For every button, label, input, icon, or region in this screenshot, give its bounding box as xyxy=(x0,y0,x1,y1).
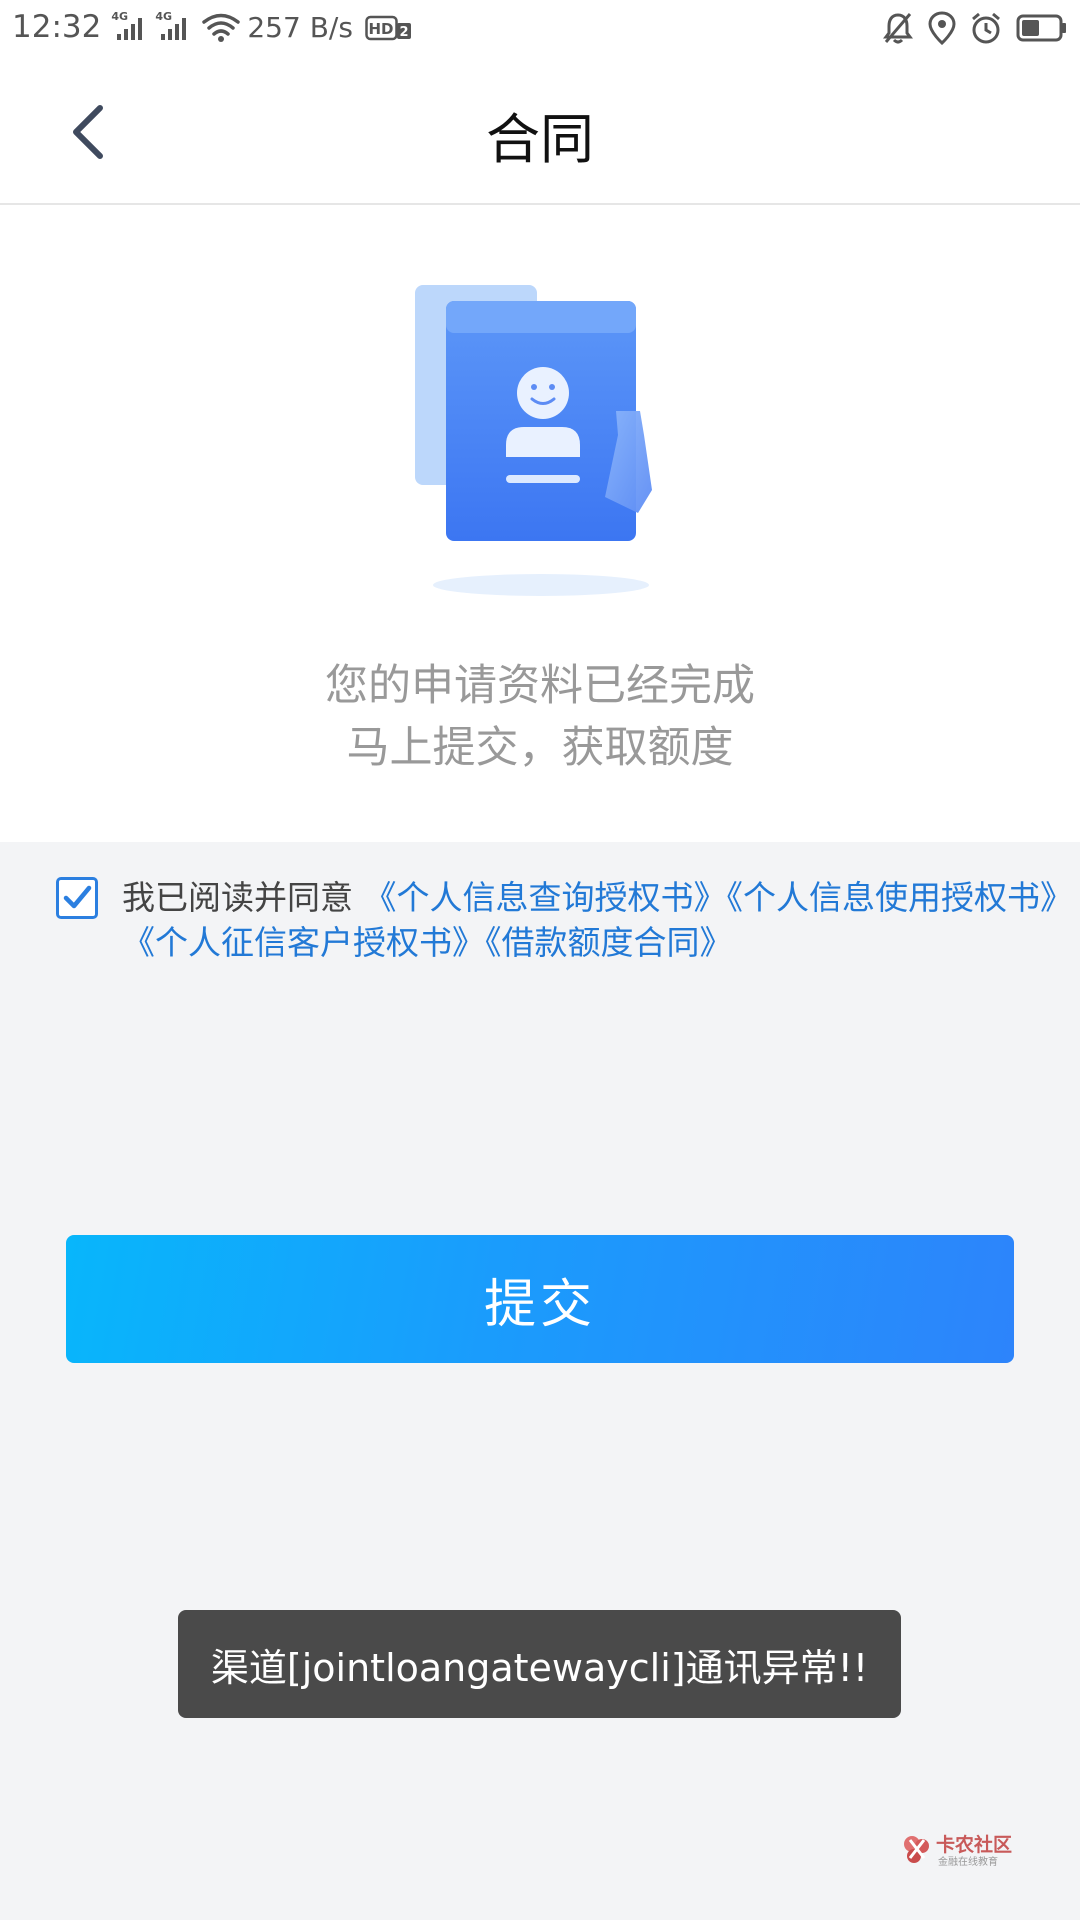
hero-line-2: 马上提交，获取额度 xyxy=(346,723,734,773)
bell-muted-icon xyxy=(883,13,913,44)
link-personal-info-use-auth[interactable]: 《个人信息使用授权书》 xyxy=(727,878,1074,917)
signal-icon: 4G xyxy=(155,10,189,42)
agree-checkbox[interactable] xyxy=(56,877,98,919)
status-time: 12:32 xyxy=(12,9,102,45)
location-icon xyxy=(928,11,956,45)
agreement-text: 我已阅读并同意 《个人信息查询授权书》《个人信息使用授权书》《个人征信客户授权书… xyxy=(122,875,1080,965)
hero-line-1: 您的申请资料已经完成 xyxy=(325,661,755,711)
alarm-icon xyxy=(972,12,1000,44)
kanong-logo-icon xyxy=(904,1836,929,1863)
hero-section: 您的申请资料已经完成 马上提交，获取额度 xyxy=(0,205,1080,842)
error-toast: 渠道[jointloangatewaycli]通讯异常!! xyxy=(178,1610,901,1718)
status-left: 12:32 4G 4G 257 B/s HD 2 xyxy=(12,6,413,48)
hero-message: 您的申请资料已经完成 马上提交，获取额度 xyxy=(0,655,1080,779)
hd-label: HD xyxy=(368,20,393,38)
wifi-icon xyxy=(202,13,241,42)
link-personal-info-query-auth[interactable]: 《个人信息查询授权书》 xyxy=(364,878,727,917)
signal-icon: 4G xyxy=(111,10,145,42)
status-right xyxy=(882,8,1068,48)
network-speed: 257 B/s xyxy=(247,10,353,44)
checkmark-icon xyxy=(63,885,92,909)
agreement-prefix: 我已阅读并同意 xyxy=(122,878,353,917)
page-title: 合同 xyxy=(486,108,594,171)
watermark-subtitle: 金融在线教育 xyxy=(938,1857,998,1868)
status-bar: 12:32 4G 4G 257 B/s HD 2 xyxy=(0,0,1080,55)
hd-icon: HD 2 xyxy=(365,15,411,41)
battery-icon xyxy=(1016,14,1066,42)
submit-button[interactable]: 提交 xyxy=(66,1235,1014,1363)
nav-header: 合同 xyxy=(0,55,1080,205)
contract-profile-icon xyxy=(415,285,652,596)
link-credit-customer-auth[interactable]: 《个人征信客户授权书》 xyxy=(122,923,485,962)
link-loan-credit-contract[interactable]: 《借款额度合同》 xyxy=(485,923,733,962)
watermark-logo: 卡农社区 金融在线教育 xyxy=(900,1830,1020,1870)
hd-index: 2 xyxy=(399,25,408,40)
app-screen: 12:32 4G 4G 257 B/s HD 2 合同 您的申请资料已经完成 马… xyxy=(0,0,1080,1920)
